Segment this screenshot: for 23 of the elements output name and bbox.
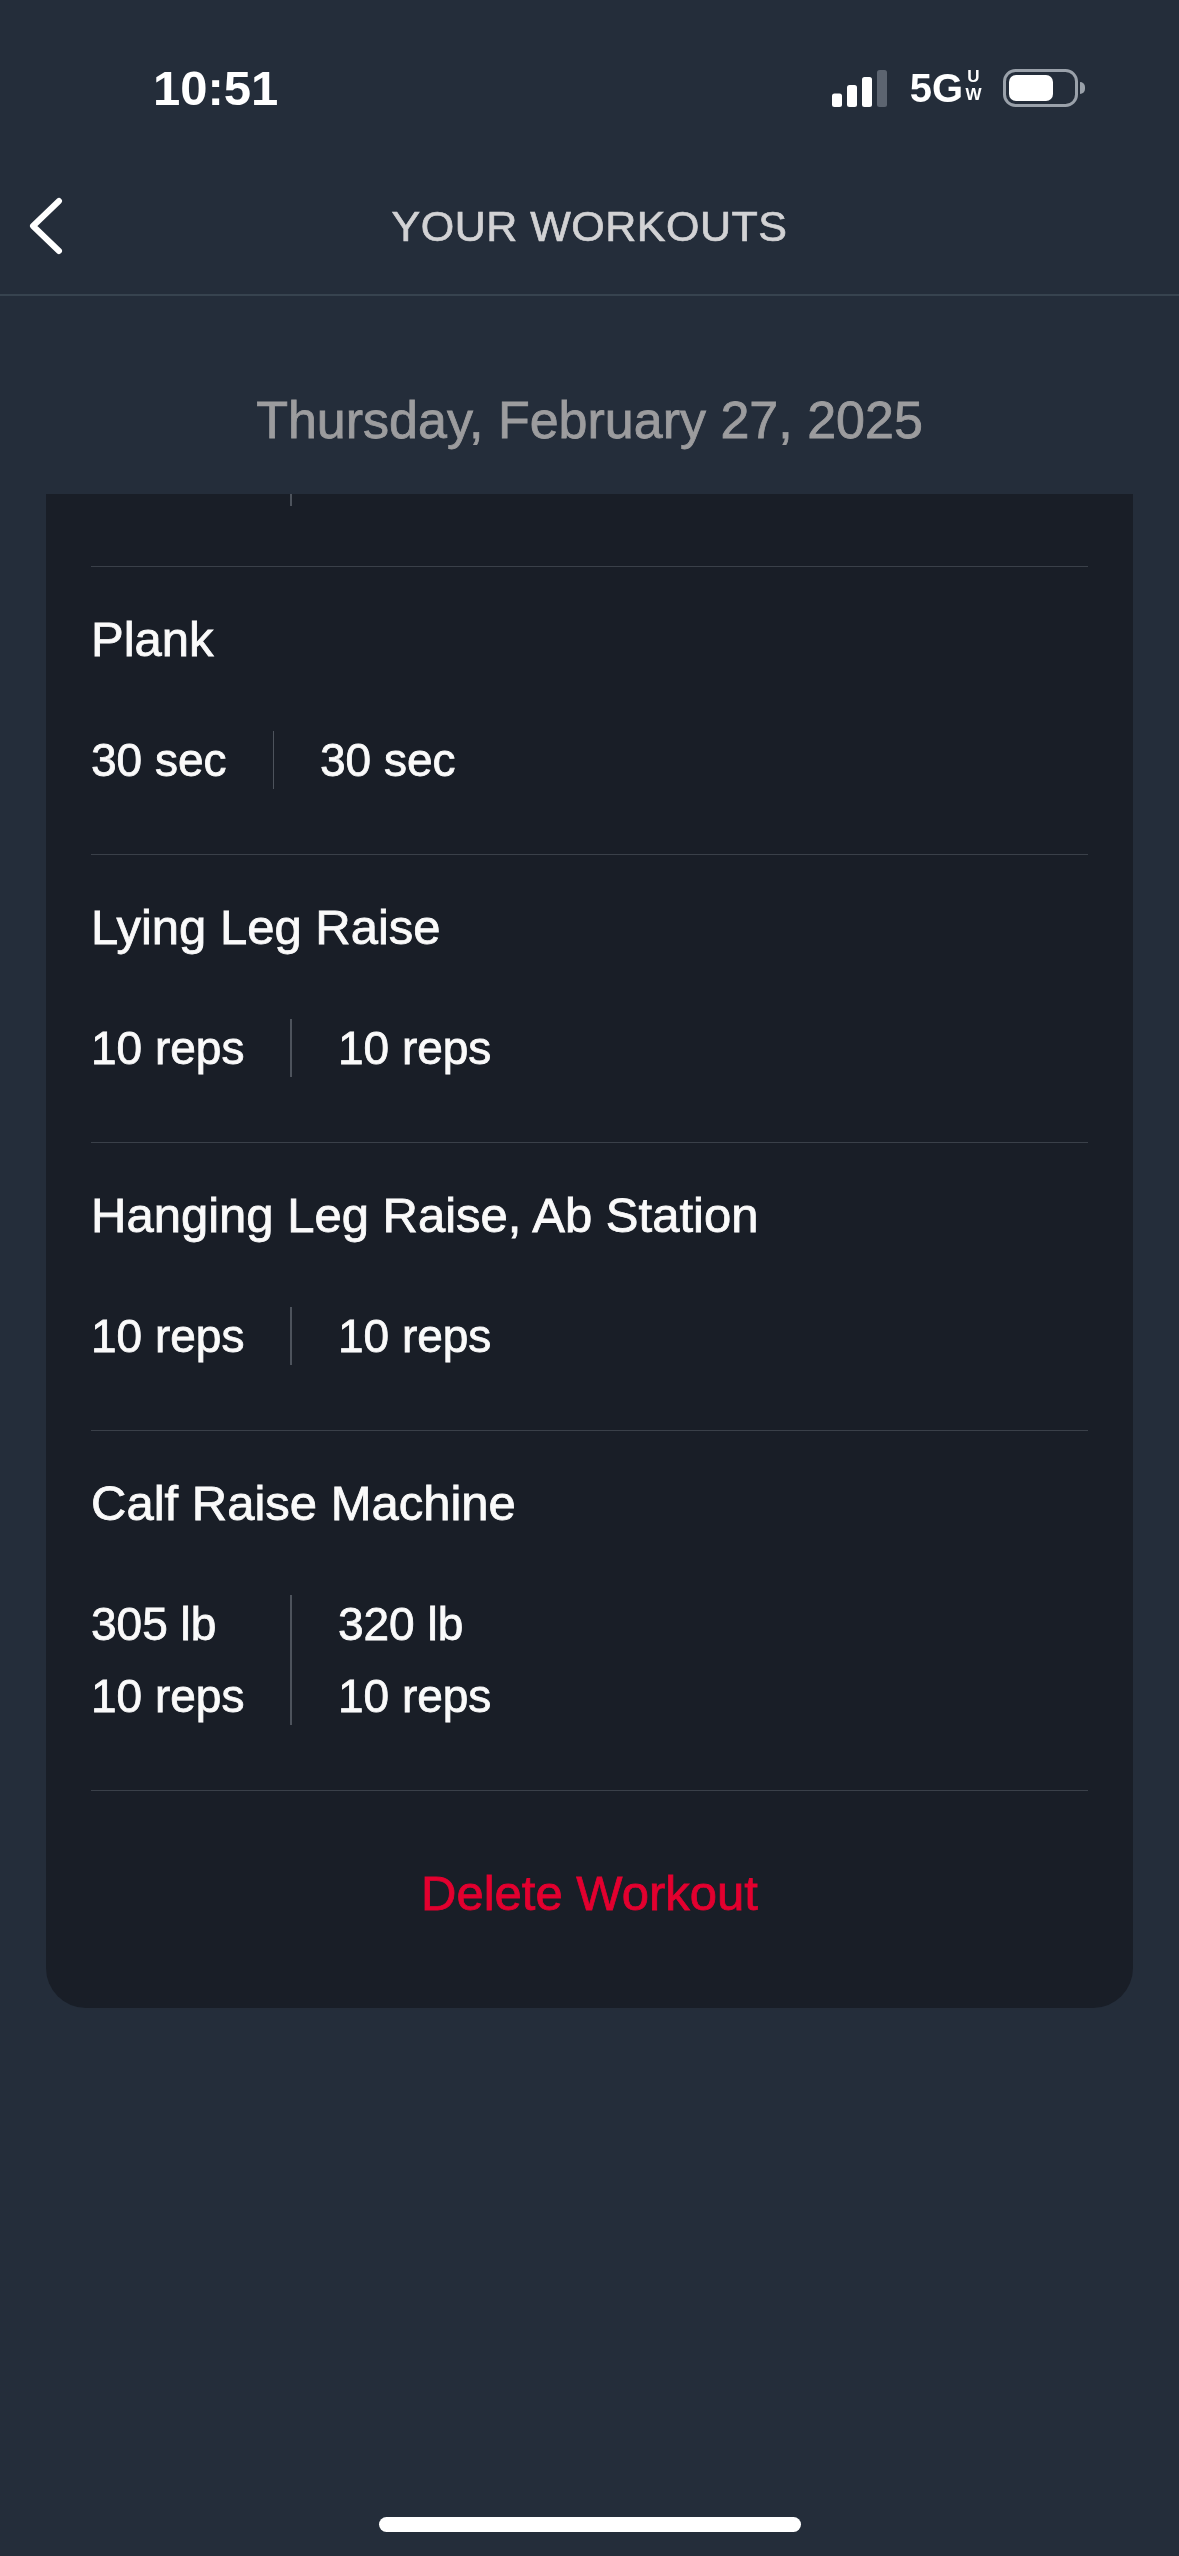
chevron-left-icon xyxy=(28,197,64,255)
set-value: 10 reps xyxy=(91,1021,245,1076)
delete-workout-button[interactable]: Delete Workout xyxy=(405,1855,774,1931)
set-value: 320 lb xyxy=(337,1597,464,1652)
set-value: 10 reps xyxy=(337,1021,492,1076)
set-value: 30 sec xyxy=(91,733,227,788)
date-heading: Thursday, February 27, 2025 xyxy=(256,390,923,450)
exercise-name: Lying Leg Raise xyxy=(91,899,442,955)
battery-icon xyxy=(1003,69,1085,107)
network-suffix-label: UW xyxy=(965,68,982,104)
signal-icon xyxy=(831,69,887,107)
exercise-name: Hanging Leg Raise, Ab Station xyxy=(91,1187,760,1243)
page-title: YOUR WORKOUTS xyxy=(391,201,788,251)
set-value: 305 lb xyxy=(91,1597,217,1652)
clock-time: 10:51 xyxy=(153,63,279,113)
set-value: 10 reps xyxy=(91,1309,245,1364)
set-value: 10 reps xyxy=(337,1669,492,1724)
network-label: 5G xyxy=(909,68,963,108)
exercise-name: Plank xyxy=(91,611,215,667)
set-value: 10 reps xyxy=(91,1669,245,1724)
exercise-name: Calf Raise Machine xyxy=(91,1475,517,1531)
set-value: 30 sec xyxy=(320,733,456,788)
set-value: 10 reps xyxy=(337,1309,492,1364)
